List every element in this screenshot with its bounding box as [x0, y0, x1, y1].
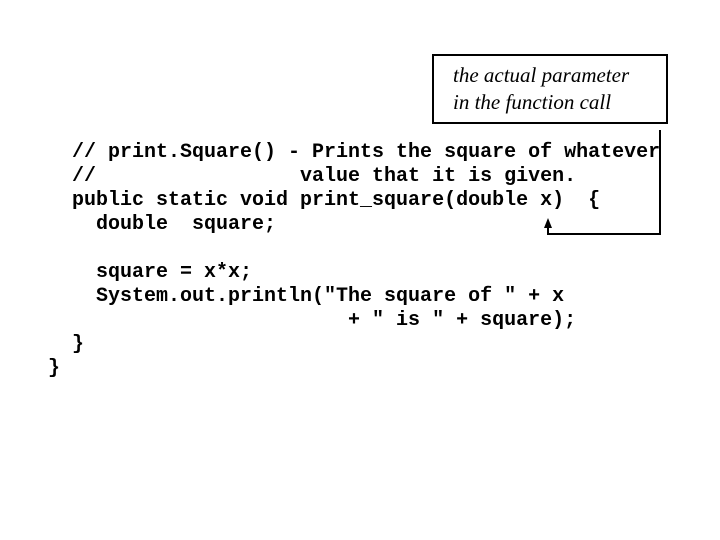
code-listing: // print.Square() - Prints the square of… — [48, 141, 660, 381]
callout-line-2: in the function call — [453, 90, 612, 114]
code-line: double square; — [48, 213, 277, 236]
code-line: } — [48, 357, 61, 380]
code-line: // value that it is given. — [48, 165, 577, 188]
code-line: } — [48, 333, 85, 356]
code-line: square = x*x; — [48, 261, 253, 284]
code-line: + " is " + square); — [48, 309, 577, 332]
callout-line-1: the actual parameter — [453, 63, 630, 87]
code-line: // print.Square() - Prints the square of… — [48, 141, 661, 164]
code-line: System.out.println("The square of " + x — [48, 285, 565, 308]
code-line: public static void print_square(double x… — [48, 189, 601, 212]
annotation-callout-box: the actual parameter in the function cal… — [432, 54, 668, 124]
